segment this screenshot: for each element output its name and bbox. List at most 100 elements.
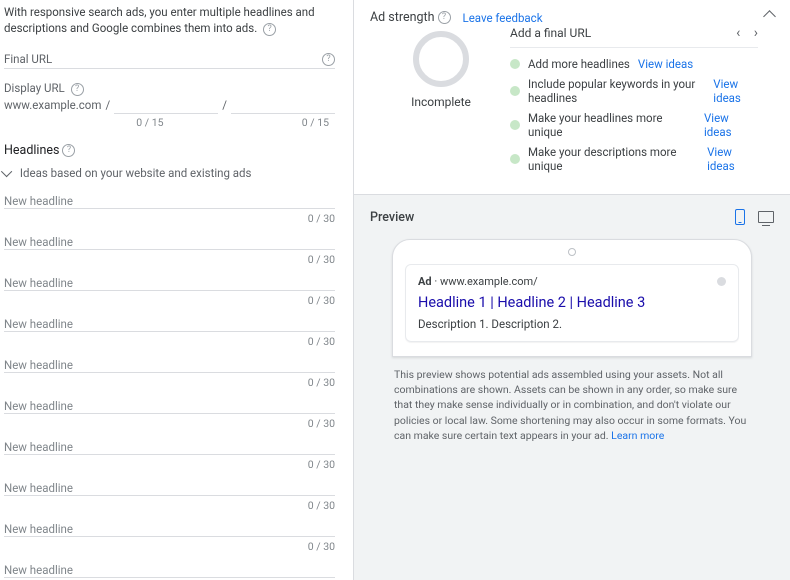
- ideas-toggle[interactable]: Ideas based on your website and existing…: [4, 166, 335, 180]
- suggestion-text: Add more headlines: [528, 57, 630, 71]
- display-url-label: Display URL ?: [4, 81, 335, 95]
- headline-input-row[interactable]: New headline: [4, 268, 335, 291]
- final-url-field[interactable]: Final URL ?: [4, 46, 335, 69]
- headline-counter: 0 / 30: [4, 496, 335, 514]
- headline-input-row[interactable]: New headline: [4, 514, 335, 537]
- path1-counter: 0 / 15: [4, 116, 170, 129]
- preview-disclaimer: This preview shows potential ads assembl…: [368, 367, 776, 443]
- device-camera-icon: [568, 248, 576, 256]
- headline-counter: 0 / 30: [4, 455, 335, 473]
- suggestions-list: Add more headlines View ideas Include popu…: [510, 54, 758, 176]
- disclaimer-text: This preview shows potential ads assembl…: [394, 368, 746, 442]
- sugg-header: Add a final URL ‹ ›: [510, 25, 758, 48]
- ideas-toggle-label: Ideas based on your website and existing…: [20, 166, 252, 180]
- headline-input-row[interactable]: New headline: [4, 391, 335, 414]
- status-dot-icon: [510, 120, 520, 130]
- headline-input-row[interactable]: New headline: [4, 555, 335, 578]
- headline-input-row[interactable]: New headline: [4, 309, 335, 332]
- desktop-icon[interactable]: [758, 211, 774, 223]
- preview-title: Preview: [370, 210, 414, 225]
- headline-counter: 0 / 30: [4, 209, 335, 227]
- leave-feedback-link[interactable]: Leave feedback: [463, 11, 543, 25]
- headline-counter: 0 / 30: [4, 414, 335, 432]
- headline-placeholder: New headline: [4, 563, 335, 577]
- preview-mock-wrap: Ad · www.example.com/ Headline 1 | Headl…: [368, 239, 776, 357]
- headlines-title: Headlines ?: [4, 143, 335, 158]
- suggestion-item: Add more headlines View ideas: [510, 54, 758, 74]
- suggestion-text: Include popular keywords in your headlin…: [528, 77, 705, 105]
- headline-counter: 0 / 30: [4, 537, 335, 555]
- gauge-label: Incomplete: [396, 95, 486, 109]
- suggestion-text: Make your headlines more unique: [528, 111, 696, 139]
- headline-counter: 0 / 30: [4, 332, 335, 350]
- preview-area: Preview Ad · www.example.com/: [354, 195, 790, 580]
- display-url-base: www.example.com: [4, 98, 101, 112]
- kebab-icon[interactable]: [717, 277, 726, 286]
- help-icon[interactable]: ?: [322, 53, 335, 66]
- display-url-inputs: www.example.com / /: [4, 96, 335, 114]
- ad-strength-body: Incomplete Add a final URL ‹ › Add more …: [370, 25, 774, 180]
- headline-placeholder: New headline: [4, 235, 335, 249]
- headline-placeholder: New headline: [4, 317, 335, 331]
- view-ideas-link[interactable]: View ideas: [704, 111, 758, 139]
- display-url-text: Display URL: [4, 81, 65, 95]
- ad-description: Description 1. Description 2.: [418, 317, 726, 331]
- ad-strength-title: Ad strength: [370, 10, 435, 25]
- device-toggle: [735, 209, 774, 225]
- headline-placeholder: New headline: [4, 522, 335, 536]
- mobile-icon[interactable]: [735, 209, 745, 225]
- suggestion-item: Include popular keywords in your headlin…: [510, 74, 758, 108]
- headline-input-row[interactable]: New headline: [4, 227, 335, 250]
- headline-placeholder: New headline: [4, 276, 335, 290]
- headline-counter: 0 / 30: [4, 291, 335, 309]
- headline-input-row[interactable]: New headline: [4, 432, 335, 455]
- ad-url: www.example.com/: [440, 275, 538, 288]
- help-icon[interactable]: ?: [438, 11, 451, 24]
- ad-strength-header: Ad strength ? Leave feedback Incomplete …: [354, 0, 790, 195]
- suggestion-text: Make your descriptions more unique: [528, 145, 699, 173]
- path2-input[interactable]: [231, 96, 335, 114]
- learn-more-link[interactable]: Learn more: [611, 429, 664, 442]
- headline-input-row[interactable]: New headline: [4, 350, 335, 373]
- suggestions-column: Add a final URL ‹ › Add more headlines Vi…: [510, 25, 758, 176]
- intro-text: With responsive search ads, you enter mu…: [4, 4, 335, 36]
- headline-counter: 0 / 30: [4, 250, 335, 268]
- ad-meta: Ad · www.example.com/: [418, 275, 726, 288]
- help-icon[interactable]: ?: [71, 83, 84, 96]
- view-ideas-link[interactable]: View ideas: [713, 77, 758, 105]
- view-ideas-link[interactable]: View ideas: [638, 57, 693, 71]
- help-icon[interactable]: ?: [62, 144, 75, 157]
- headline-placeholder: New headline: [4, 440, 335, 454]
- status-dot-icon: [510, 154, 520, 164]
- headline-placeholder: New headline: [4, 481, 335, 495]
- sugg-nav: ‹ ›: [726, 25, 758, 41]
- path-counters: 0 / 15 0 / 15: [4, 116, 335, 129]
- gauge-column: Incomplete: [396, 25, 486, 176]
- ad-strength-top: Ad strength ? Leave feedback Incomplete …: [370, 10, 774, 180]
- headline-placeholder: New headline: [4, 399, 335, 413]
- help-icon[interactable]: ?: [263, 23, 276, 36]
- headline-input-row[interactable]: New headline: [4, 186, 335, 209]
- ad-badge: Ad: [418, 275, 432, 288]
- chevron-down-icon: [1, 166, 12, 177]
- display-url-block: Display URL ? www.example.com / / 0 / 15…: [4, 69, 335, 128]
- headline-input-row[interactable]: New headline: [4, 473, 335, 496]
- prev-arrow-icon[interactable]: ‹: [736, 25, 740, 41]
- status-dot-icon: [510, 86, 520, 96]
- suggestion-item: Make your headlines more unique View idea…: [510, 108, 758, 142]
- path1-input[interactable]: [114, 96, 218, 114]
- headline-counter: 0 / 30: [4, 373, 335, 391]
- next-arrow-icon[interactable]: ›: [754, 25, 758, 41]
- headline-placeholder: New headline: [4, 358, 335, 372]
- path-sep: /: [222, 98, 227, 112]
- view-ideas-link[interactable]: View ideas: [707, 145, 758, 173]
- final-url-label: Final URL: [4, 52, 52, 66]
- preview-header: Preview: [368, 209, 776, 225]
- ad-headline: Headline 1 | Headline 2 | Headline 3: [418, 294, 726, 311]
- ad-form-panel: With responsive search ads, you enter mu…: [0, 0, 354, 580]
- sugg-header-title: Add a final URL: [510, 26, 591, 40]
- headline-placeholder: New headline: [4, 194, 335, 208]
- headlines-title-text: Headlines: [4, 143, 59, 158]
- path2-counter: 0 / 15: [170, 116, 336, 129]
- preview-ad-card: Ad · www.example.com/ Headline 1 | Headl…: [405, 264, 739, 342]
